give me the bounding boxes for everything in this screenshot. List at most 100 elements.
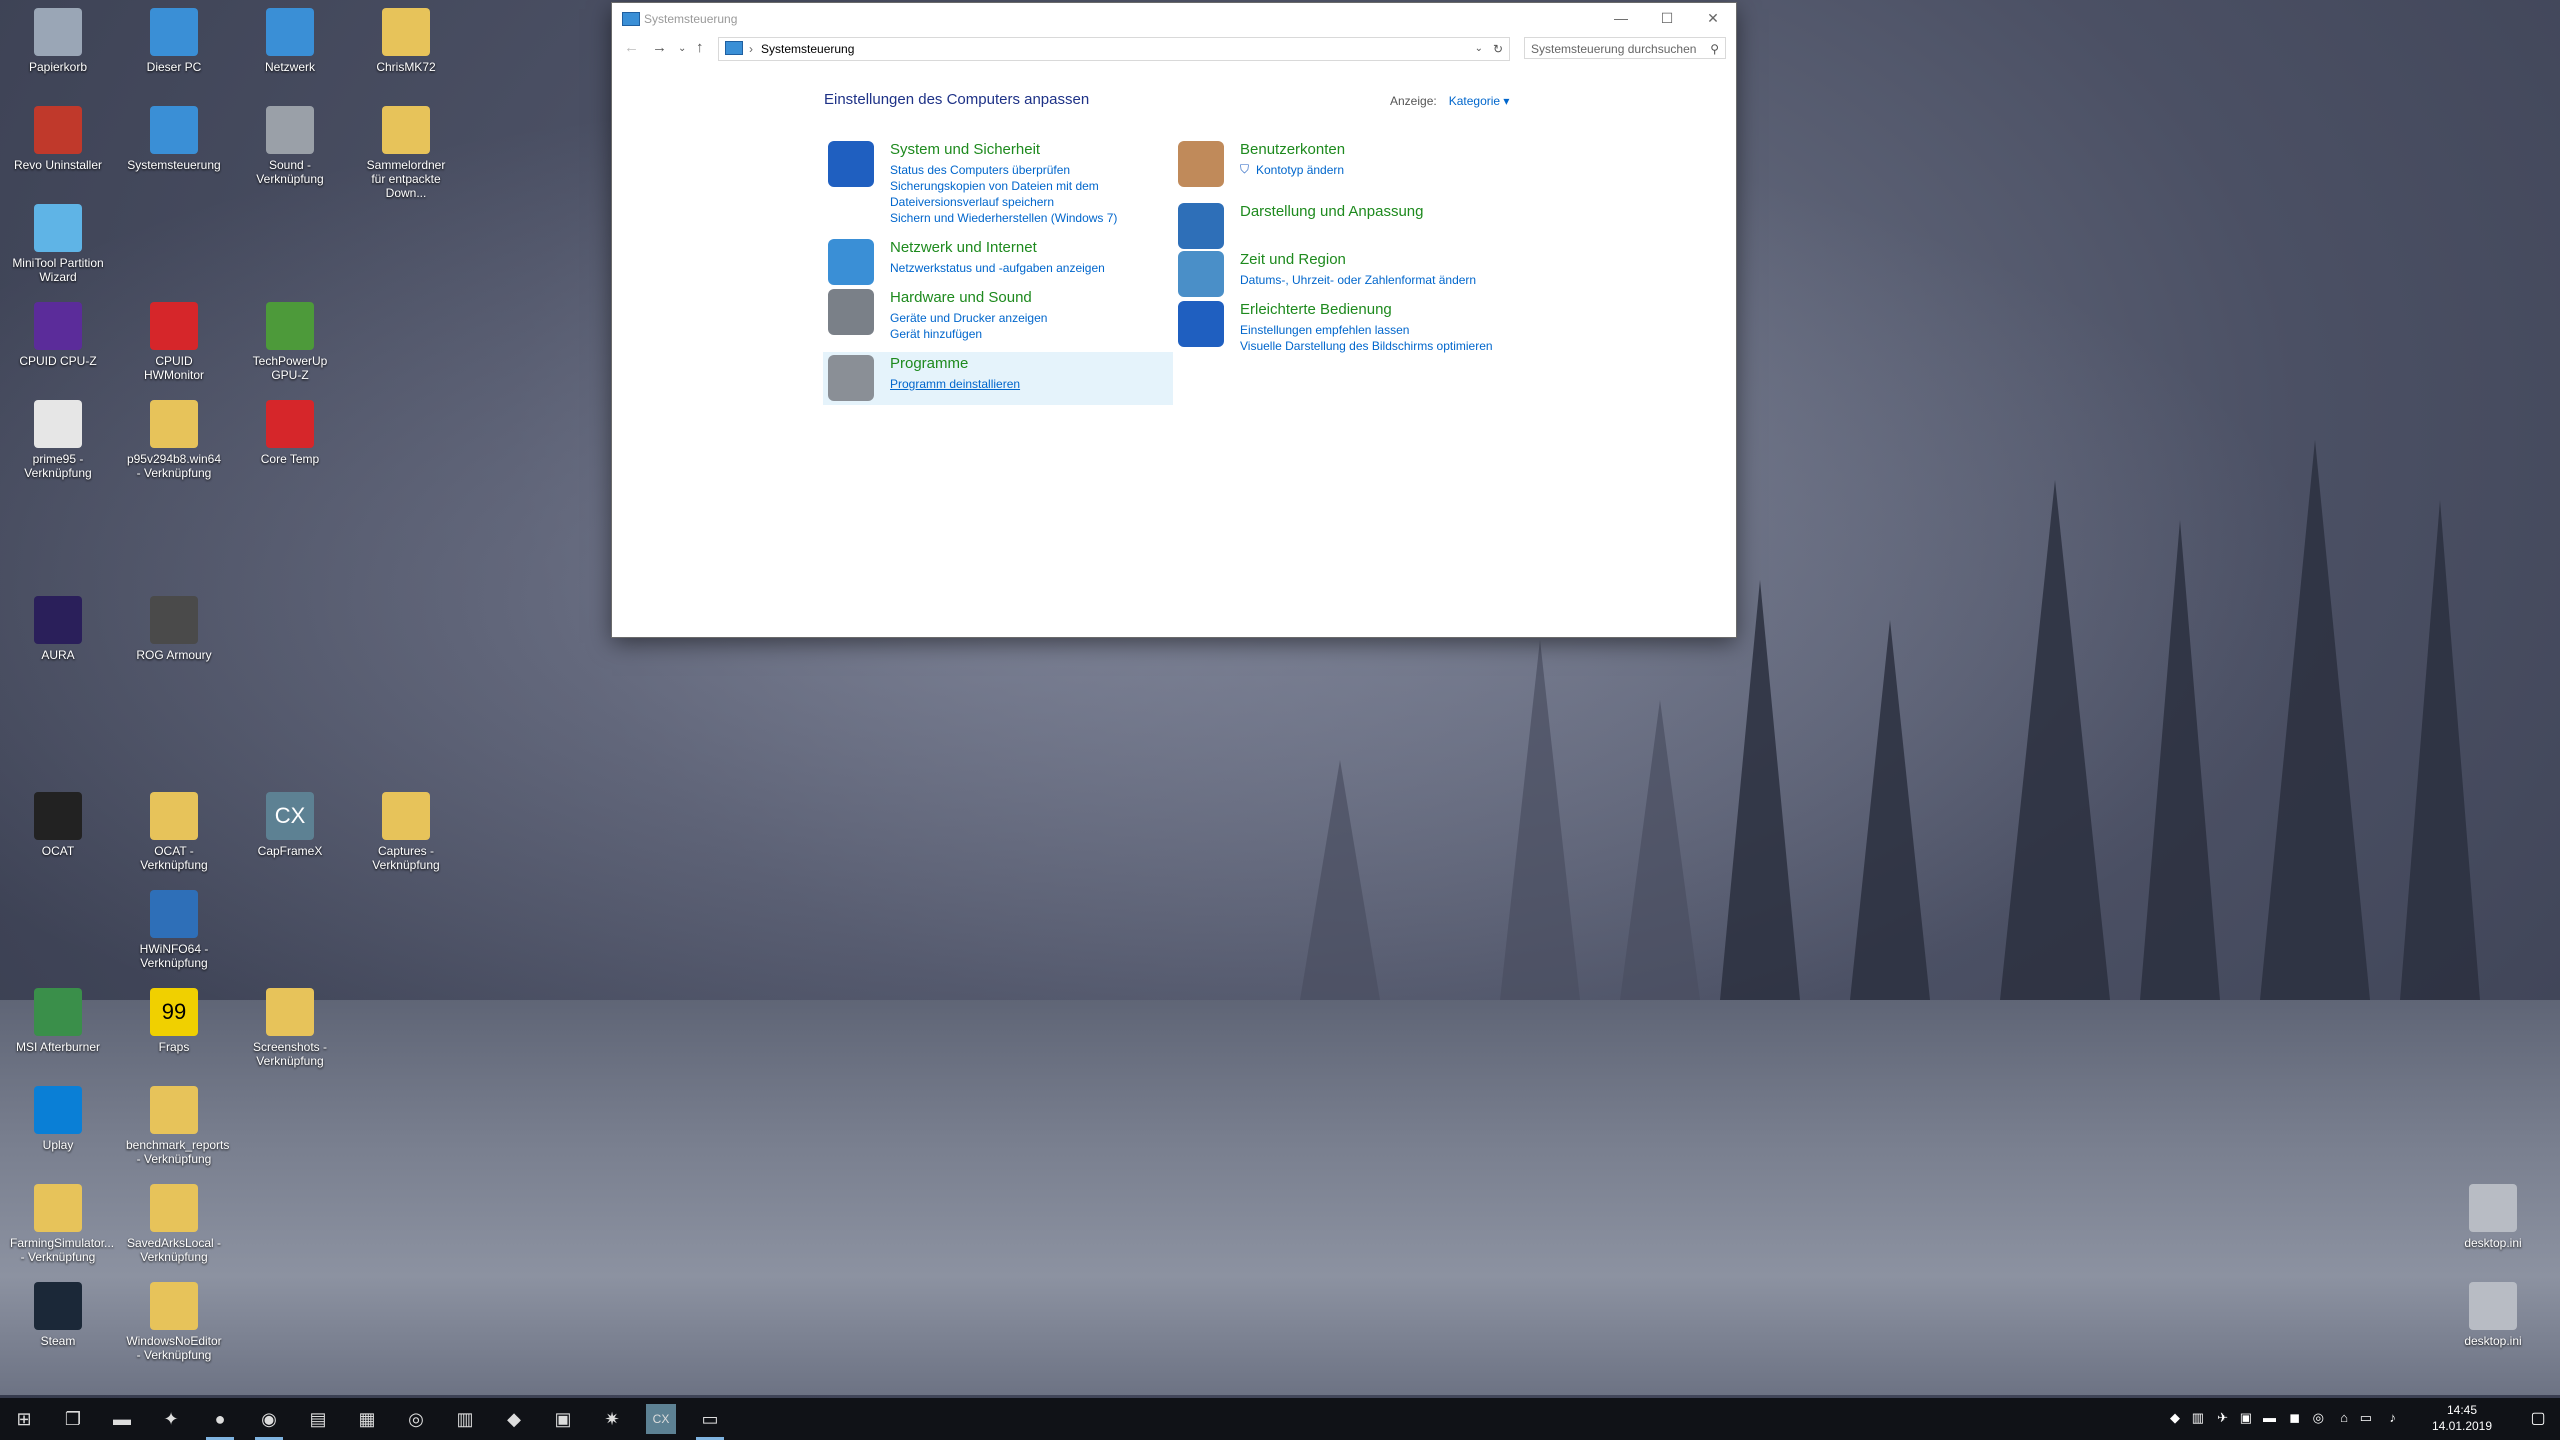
refresh-icon[interactable]: ↻: [1493, 38, 1503, 60]
task-view-button[interactable]: ❐: [53, 1404, 93, 1434]
ocat-icon: [34, 792, 82, 840]
category-title-link[interactable]: Netzwerk und Internet: [890, 239, 1037, 256]
tray-steam-icon[interactable]: ◎: [2313, 1410, 2324, 1426]
desktop-icon[interactable]: prime95 - Verknüpfung: [10, 400, 106, 480]
category-task-link[interactable]: Netzwerkstatus und -aufgaben anzeigen: [890, 261, 1105, 275]
desktop-icon[interactable]: desktop.ini: [2445, 1184, 2541, 1250]
close-button[interactable]: ✕: [1690, 3, 1736, 33]
desktop-icon[interactable]: MSI Afterburner: [10, 988, 106, 1054]
desktop-icon[interactable]: desktop.ini: [2445, 1282, 2541, 1348]
category-task-link[interactable]: Gerät hinzufügen: [890, 327, 982, 341]
category-task-link[interactable]: Geräte und Drucker anzeigen: [890, 311, 1047, 325]
start-button[interactable]: ⊞: [4, 1404, 44, 1434]
capframex-taskbar-button[interactable]: CX: [646, 1404, 676, 1434]
desktop-icon[interactable]: WindowsNoEditor - Verknüpfung: [126, 1282, 222, 1362]
desktop-icon[interactable]: benchmark_reports - Verknüpfung: [126, 1086, 229, 1166]
desktop-icon[interactable]: Screenshots - Verknüpfung: [242, 988, 338, 1068]
category-task-link[interactable]: Sicherungskopien von Dateien mit dem: [890, 179, 1099, 193]
desktop-icon[interactable]: Revo Uninstaller: [10, 106, 106, 172]
category-task-link[interactable]: Dateiversionsverlauf speichern: [890, 195, 1054, 209]
action-center-icon[interactable]: ▢: [2526, 1408, 2550, 1430]
tray-hwinfo-icon[interactable]: ▥: [2192, 1410, 2204, 1426]
category-title-link[interactable]: Darstellung und Anpassung: [1240, 203, 1423, 220]
ocat-taskbar-button[interactable]: ✷: [592, 1404, 632, 1434]
desktop-icon[interactable]: CPUID CPU-Z: [10, 302, 106, 368]
desktop-icon[interactable]: Sound - Verknüpfung: [242, 106, 338, 186]
category-title-link[interactable]: Programme: [890, 355, 968, 372]
title-bar[interactable]: Systemsteuerung — ☐ ✕: [612, 3, 1736, 33]
shield-icon: [828, 141, 874, 187]
desktop-icon[interactable]: CX CapFrameX: [242, 792, 338, 858]
control-panel-window[interactable]: Systemsteuerung — ☐ ✕ ← → ⌄ ↑ › Systemste…: [612, 3, 1736, 637]
desktop-icon[interactable]: TechPowerUp GPU-Z: [242, 302, 338, 382]
notepad-button[interactable]: ▤: [298, 1404, 338, 1434]
address-bar[interactable]: › Systemsteuerung ⌄ ↻: [718, 37, 1510, 61]
desktop-icon[interactable]: AURA: [10, 596, 106, 662]
desktop-icon[interactable]: Papierkorb: [10, 8, 106, 74]
desktop-icon[interactable]: Sammelordner für entpackte Down...: [358, 106, 454, 200]
category-title-link[interactable]: Zeit und Region: [1240, 251, 1346, 268]
hwmonitor-taskbar-button[interactable]: ◆: [494, 1404, 534, 1434]
desktop-icon[interactable]: FarmingSimulator... - Verknüpfung: [10, 1184, 114, 1264]
category-task-link[interactable]: Datums-, Uhrzeit- oder Zahlenformat ände…: [1240, 273, 1476, 287]
tray-afterburner-icon[interactable]: ✈: [2217, 1410, 2228, 1426]
desktop-icon[interactable]: OCAT - Verknüpfung: [126, 792, 222, 872]
desktop-icon[interactable]: ChrisMK72: [358, 8, 454, 74]
tray-network-icon[interactable]: ▭: [2360, 1410, 2372, 1426]
search-input[interactable]: Systemsteuerung durchsuchen ⚲: [1524, 37, 1726, 59]
address-dropdown-icon[interactable]: ⌄: [1475, 38, 1483, 60]
uplay-taskbar-button[interactable]: ◎: [396, 1404, 436, 1434]
view-by-dropdown[interactable]: Kategorie ▾: [1449, 94, 1510, 108]
category-task-link[interactable]: Einstellungen empfehlen lassen: [1240, 323, 1409, 337]
recent-locations-chevron-icon[interactable]: ⌄: [678, 43, 686, 54]
category-task-link[interactable]: Programm deinstallieren: [890, 377, 1020, 391]
desktop-icon[interactable]: SavedArksLocal - Verknüpfung: [126, 1184, 222, 1264]
maximize-button[interactable]: ☐: [1644, 3, 1690, 33]
category-task-link[interactable]: Kontotyp ändern: [1256, 163, 1344, 177]
breadcrumb[interactable]: Systemsteuerung: [761, 42, 854, 56]
gpuz-taskbar-button[interactable]: ▣: [543, 1404, 583, 1434]
search-icon[interactable]: ⚲: [1710, 38, 1719, 60]
tray-gpu-icon[interactable]: ▬: [2263, 1410, 2276, 1425]
desktop-icon[interactable]: Netzwerk: [242, 8, 338, 74]
desktop-icon[interactable]: Core Temp: [242, 400, 338, 466]
tray-usb-icon[interactable]: ⌂: [2340, 1410, 2348, 1425]
desktop-icon[interactable]: Steam: [10, 1282, 106, 1348]
spotify-button[interactable]: ◉: [249, 1404, 289, 1440]
up-arrow-icon[interactable]: ↑: [696, 39, 704, 56]
desktop-icon[interactable]: Dieser PC: [126, 8, 222, 74]
calculator-button[interactable]: ▦: [347, 1404, 387, 1434]
settings-app-button[interactable]: ✦: [151, 1404, 191, 1434]
desktop-icon[interactable]: Systemsteuerung: [126, 106, 222, 172]
desktop-icon[interactable]: OCAT: [10, 792, 106, 858]
desktop-icon[interactable]: MiniTool Partition Wizard: [10, 204, 106, 284]
clock[interactable]: 14:45 14.01.2019: [2422, 1402, 2502, 1434]
category-task-link[interactable]: Sichern und Wiederherstellen (Windows 7): [890, 211, 1117, 225]
minimize-button[interactable]: —: [1598, 3, 1644, 33]
desktop-icon[interactable]: Uplay: [10, 1086, 106, 1152]
tray-app-icon[interactable]: ▣: [2240, 1410, 2252, 1426]
category-title-link[interactable]: System und Sicherheit: [890, 141, 1040, 158]
file-explorer-button[interactable]: ▬: [102, 1404, 142, 1434]
category-task-link[interactable]: Status des Computers überprüfen: [890, 163, 1070, 177]
hwinfo-taskbar-button[interactable]: ▥: [445, 1404, 485, 1434]
user-folder-icon: [382, 8, 430, 56]
control-panel-taskbar-button[interactable]: ▭: [690, 1404, 730, 1440]
desktop-icon[interactable]: p95v294b8.win64 - Verknüpfung: [126, 400, 222, 480]
back-arrow-icon[interactable]: ←: [624, 39, 639, 56]
volume-icon[interactable]: ♪: [2390, 1410, 2397, 1425]
category-title-link[interactable]: Hardware und Sound: [890, 289, 1032, 306]
desktop-icon[interactable]: 99 Fraps: [126, 988, 222, 1054]
desktop-icon-label: Fraps: [158, 1040, 190, 1054]
tray-nvidia-icon[interactable]: ◼: [2289, 1410, 2300, 1426]
desktop-icon[interactable]: Captures - Verknüpfung: [358, 792, 454, 872]
forward-arrow-icon[interactable]: →: [652, 39, 667, 56]
category-title-link[interactable]: Erleichterte Bedienung: [1240, 301, 1392, 318]
firefox-button[interactable]: ●: [200, 1404, 240, 1440]
desktop-icon[interactable]: ROG Armoury: [126, 596, 222, 662]
category-title-link[interactable]: Benutzerkonten: [1240, 141, 1345, 158]
desktop-icon[interactable]: CPUID HWMonitor: [126, 302, 222, 382]
category-task-link[interactable]: Visuelle Darstellung des Bildschirms opt…: [1240, 339, 1493, 353]
desktop-icon[interactable]: HWiNFO64 - Verknüpfung: [126, 890, 222, 970]
tray-antivirus-icon[interactable]: ◆: [2170, 1410, 2180, 1426]
